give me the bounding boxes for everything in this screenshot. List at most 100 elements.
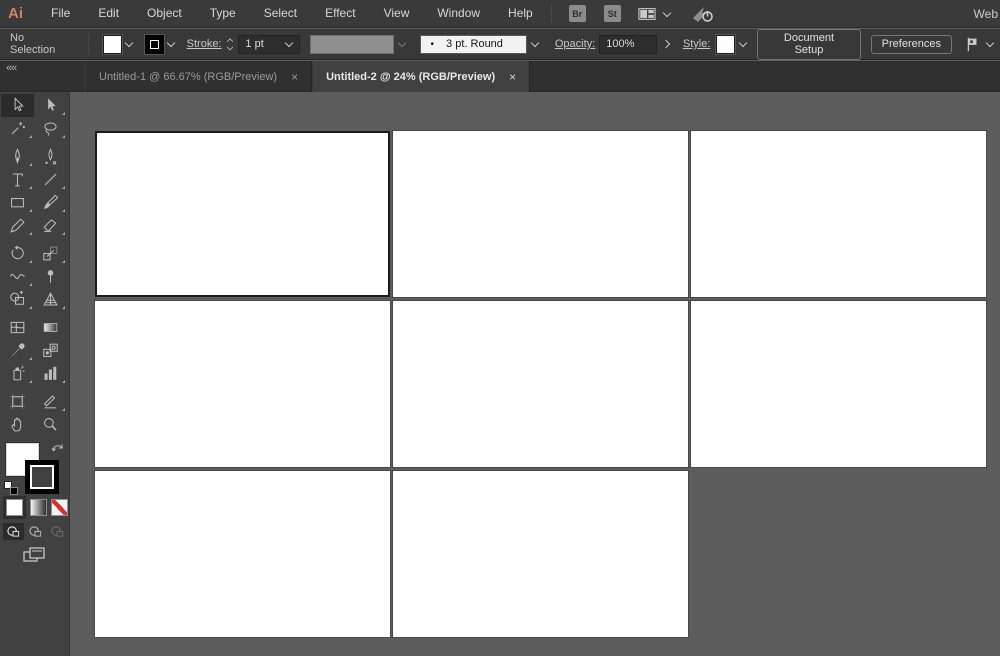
eyedropper-tool[interactable] (1, 339, 34, 362)
slice-tool[interactable] (34, 390, 67, 413)
opacity-label[interactable]: Opacity: (555, 38, 595, 50)
menu-edit[interactable]: Edit (84, 0, 133, 27)
eraser-tool[interactable] (34, 214, 67, 237)
flyout-triangle-icon (62, 232, 65, 235)
shaper-tool[interactable] (1, 214, 34, 237)
artboard-5[interactable] (393, 301, 688, 467)
opacity-field[interactable]: 100% (599, 35, 657, 54)
none-button[interactable] (51, 499, 68, 516)
stroke-label[interactable]: Stroke: (187, 38, 222, 50)
opacity-value[interactable]: 100% (606, 38, 634, 50)
stroke-weight-value[interactable]: 1 pt (245, 38, 263, 50)
artboard-8[interactable] (393, 471, 688, 637)
width-profile-dropdown[interactable] (310, 35, 393, 54)
selection-status: No Selection (0, 32, 82, 56)
scale-tool[interactable] (34, 242, 67, 265)
tab-close-icon[interactable]: × (291, 70, 298, 84)
menu-type[interactable]: Type (196, 0, 250, 27)
gradient-tool[interactable] (34, 316, 67, 339)
stroke-proxy-swatch[interactable] (25, 460, 59, 494)
column-graph-tool[interactable] (34, 362, 67, 385)
pen-tool[interactable] (1, 145, 34, 168)
fill-color-swatch[interactable] (103, 35, 122, 54)
artboard-6[interactable] (691, 301, 986, 467)
artboard-7[interactable] (95, 471, 390, 637)
hand-tool[interactable] (1, 413, 34, 436)
rectangle-tool[interactable] (1, 191, 34, 214)
stroke-weight-stepper[interactable] (226, 34, 237, 54)
screen-mode-icon[interactable] (22, 545, 46, 570)
flyout-triangle-icon (29, 135, 32, 138)
fill-chevron-icon[interactable] (125, 40, 133, 48)
symbol-sprayer-tool[interactable] (1, 362, 34, 385)
stepper-up-icon[interactable] (227, 37, 233, 43)
line-segment-tool[interactable] (34, 168, 67, 191)
swap-fill-stroke-icon[interactable] (50, 441, 64, 460)
stroke-color-swatch[interactable] (145, 35, 164, 54)
preferences-button[interactable]: Preferences (871, 35, 952, 54)
paintbrush-tool[interactable] (34, 191, 67, 214)
artboard-3[interactable] (691, 131, 986, 297)
collapse-panels-icon[interactable]: «« (6, 62, 16, 74)
menu-object[interactable]: Object (133, 0, 196, 27)
menu-select[interactable]: Select (250, 0, 311, 27)
shape-builder-tool[interactable] (1, 288, 34, 311)
style-label[interactable]: Style: (683, 38, 711, 50)
brush-chevron[interactable] (527, 35, 543, 54)
align-chevron-icon[interactable] (986, 40, 994, 48)
flyout-triangle-icon (62, 112, 65, 115)
selection-tool[interactable] (1, 94, 34, 117)
menu-file[interactable]: File (37, 0, 84, 27)
opacity-slider-icon[interactable] (663, 40, 671, 48)
rotate-tool[interactable] (1, 242, 34, 265)
workspace-switcher[interactable]: Web (974, 7, 1000, 21)
puppet-warp-tool[interactable] (34, 265, 67, 288)
menu-help[interactable]: Help (494, 0, 547, 27)
tab-label: Untitled-2 @ 24% (RGB/Preview) (326, 71, 495, 83)
document-tab-2[interactable]: Untitled-2 @ 24% (RGB/Preview) × (312, 61, 530, 92)
menu-effect[interactable]: Effect (311, 0, 369, 27)
brush-definition-dropdown[interactable]: • 3 pt. Round (420, 35, 527, 54)
artboard-1[interactable] (95, 131, 390, 297)
lasso-tool[interactable] (34, 117, 67, 140)
document-setup-button[interactable]: Document Setup (757, 29, 860, 60)
menu-view[interactable]: View (370, 0, 424, 27)
separator (88, 34, 89, 54)
type-tool[interactable] (1, 168, 34, 191)
stroke-chevron-icon[interactable] (167, 40, 175, 48)
bridge-button[interactable]: Br (569, 5, 586, 22)
document-tab-bar: «« Untitled-1 @ 66.67% (RGB/Preview)×Unt… (0, 61, 1000, 92)
align-options-icon[interactable] (962, 35, 994, 53)
artboard-tool[interactable] (1, 390, 34, 413)
zoom-tool[interactable] (34, 413, 67, 436)
stroke-weight-field[interactable]: 1 pt (238, 35, 300, 54)
direct-selection-tool[interactable] (34, 94, 67, 117)
magic-wand-tool[interactable] (1, 117, 34, 140)
menu-window[interactable]: Window (423, 0, 494, 27)
mesh-tool[interactable] (1, 316, 34, 339)
flyout-triangle-icon (62, 186, 65, 189)
style-chevron-icon[interactable] (739, 40, 747, 48)
width-tool[interactable] (1, 265, 34, 288)
arrange-documents-icon[interactable] (636, 5, 671, 23)
draw-normal-icon[interactable] (3, 523, 24, 540)
tab-close-icon[interactable]: × (509, 70, 516, 84)
canvas-area[interactable] (70, 92, 1000, 656)
draw-behind-icon[interactable] (25, 523, 46, 540)
chevron-down-icon[interactable] (663, 10, 671, 18)
perspective-grid-tool[interactable] (34, 288, 67, 311)
stroke-weight-chevron-icon[interactable] (285, 40, 293, 48)
blend-tool[interactable] (34, 339, 67, 362)
stock-button[interactable]: St (604, 5, 621, 22)
artboard-2[interactable] (393, 131, 688, 297)
artboard-4[interactable] (95, 301, 390, 467)
stepper-down-icon[interactable] (227, 45, 233, 51)
width-profile-chevron-icon[interactable] (398, 40, 406, 48)
style-swatch[interactable] (716, 35, 735, 54)
color-button[interactable] (6, 499, 23, 516)
gradient-button[interactable] (30, 499, 47, 516)
curvature-tool[interactable] (34, 145, 67, 168)
document-tab-1[interactable]: Untitled-1 @ 66.67% (RGB/Preview)× (85, 61, 312, 92)
gpu-performance-icon[interactable] (691, 3, 715, 25)
default-fill-stroke-icon[interactable] (4, 481, 18, 495)
